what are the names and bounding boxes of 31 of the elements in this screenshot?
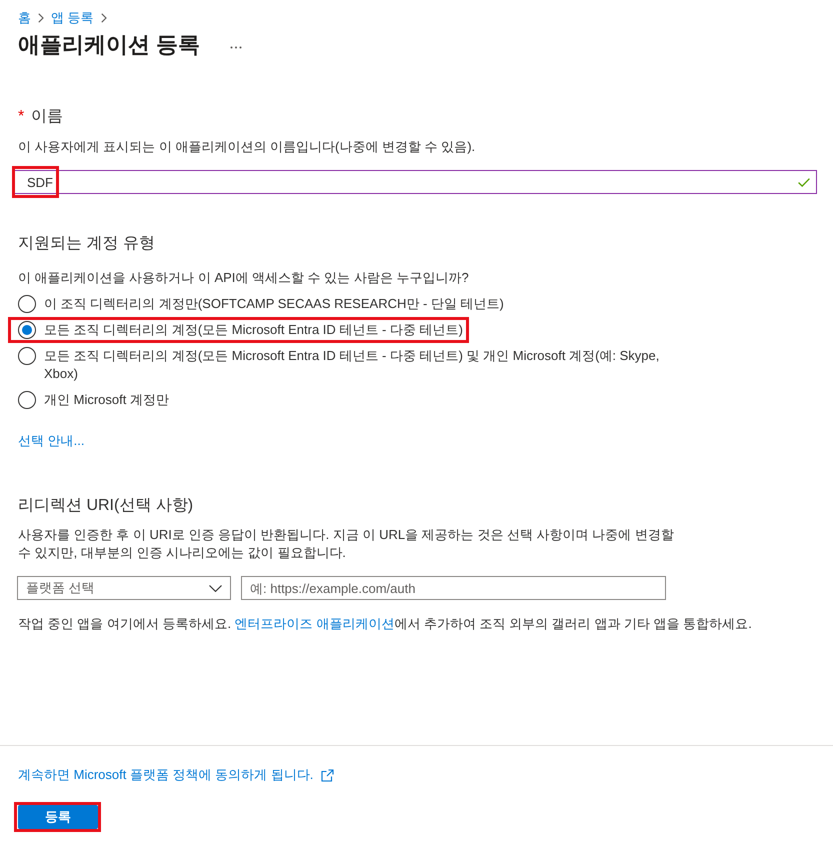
more-icon[interactable] [230, 46, 242, 48]
platform-dropdown[interactable]: 플랫폼 선택 [17, 576, 231, 600]
redirect-uri-input[interactable]: 예: https://example.com/auth [241, 576, 666, 600]
name-description: 이 사용자에게 표시되는 이 애플리케이션의 이름입니다(나중에 변경할 수 있음). [18, 138, 476, 156]
help-link[interactable]: 선택 안내... [18, 433, 84, 448]
radio-label[interactable]: 이 조직 디렉터리의 계정만(SOFTCAMP SECAAS RESEARCH만 - 단일 테넌트) [44, 295, 504, 313]
external-link-icon[interactable] [321, 768, 334, 782]
radio-label[interactable]: 모든 조직 디렉터리의 계정(모든 Microsoft Entra ID 테넌트 - 다중 테넌트) [44, 321, 463, 339]
name-input[interactable]: SDF [14, 170, 817, 194]
redirect-description: 사용자를 인증한 후 이 URI로 인증 응답이 반환됩니다. 지금 이 URL을 제공하는 것은 선택 사항이며 나중에 변경할 수 있지만, 대부분의 인증 시나리오에는 값이 필요합니다. [18, 526, 675, 562]
radio-button[interactable] [18, 321, 36, 339]
enterprise-applications-link[interactable]: 엔터프라이즈 애플리케이션 [234, 616, 394, 631]
section-heading: 리디렉션 URI(선택 사항) [18, 496, 194, 516]
name-label: * 이름 [18, 107, 64, 127]
register-button[interactable]: 등록 [18, 805, 98, 829]
chevron-right-icon [38, 13, 44, 23]
chevron-down-icon [209, 584, 222, 592]
radio-button[interactable] [18, 347, 36, 365]
chevron-right-icon [100, 13, 107, 23]
breadcrumb-link[interactable]: 앱 등록 [51, 9, 94, 27]
required-mark: * [18, 108, 24, 125]
radio-button[interactable] [18, 295, 36, 313]
radio-label[interactable]: 개인 Microsoft 계정만 [44, 391, 169, 409]
radio-button[interactable] [18, 391, 36, 409]
policy-link[interactable]: 계속하면 Microsoft 플랫폼 정책에 동의하게 됩니다. [18, 766, 314, 784]
breadcrumb-link[interactable]: 홈 [18, 9, 31, 27]
note-text: 작업 중인 앱을 여기에서 등록하세요. 엔터프라이즈 애플리케이션에서 추가하여 조직 외부의 갤러리 앱과 기타 앱을 통합하세요. [18, 615, 753, 633]
page-title: 애플리케이션 등록 [18, 31, 200, 59]
section-heading: 지원되는 계정 유형 [18, 234, 156, 254]
account-question: 이 애플리케이션을 사용하거나 이 API에 액세스할 수 있는 사람은 누구입니까? [18, 269, 470, 287]
radio-label[interactable]: 모든 조직 디렉터리의 계정(모든 Microsoft Entra ID 테넌트 - 다중 테넌트) 및 개인 Microsoft 계정(예: Skype, Xbox) [44, 347, 680, 383]
